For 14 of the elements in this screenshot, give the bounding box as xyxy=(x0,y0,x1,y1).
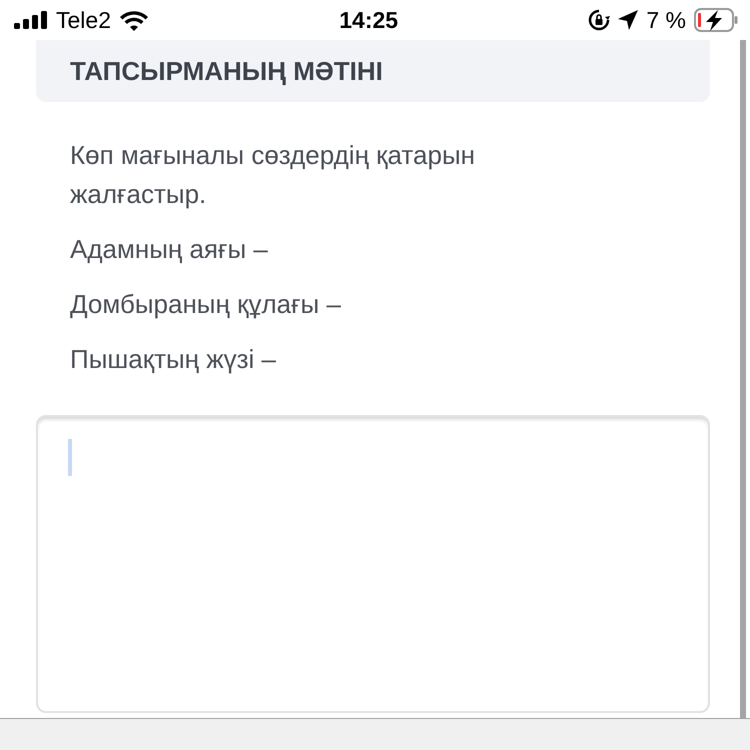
answer-field[interactable] xyxy=(36,415,710,713)
task-text: Көп мағыналы сөздердің қатарын жалғастыр. xyxy=(70,139,476,211)
signal-icon xyxy=(14,11,48,29)
clock-time: 14:25 xyxy=(339,6,398,35)
section-title: ТАПСЫРМАНЫҢ МӘТІНІ xyxy=(70,58,383,84)
rotation-lock-icon xyxy=(588,9,610,31)
battery-charging-icon xyxy=(694,8,738,32)
task-text: Адамның аяғы – xyxy=(70,233,269,266)
task-text: Пышақтың жүзі – xyxy=(70,343,278,376)
task-text: Домбыраның құлағы – xyxy=(70,288,342,321)
location-arrow-icon xyxy=(618,10,638,30)
carrier-name: Tele2 xyxy=(56,6,111,35)
wifi-icon xyxy=(118,9,149,31)
battery-percent: 7 % xyxy=(646,6,686,35)
